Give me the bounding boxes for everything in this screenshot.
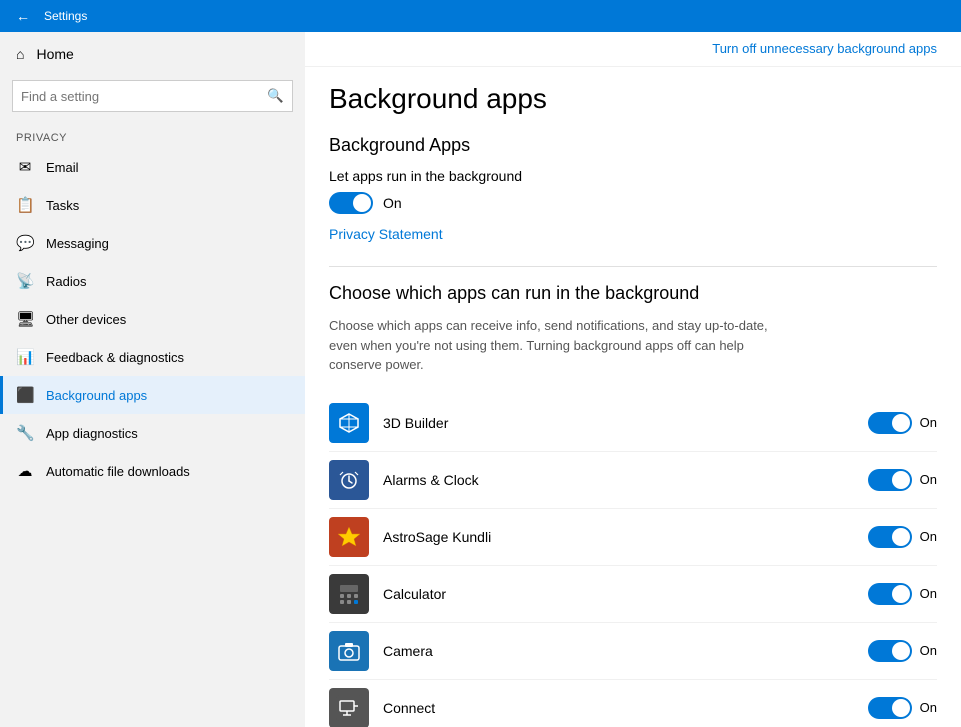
sidebar-home-label: Home [36,46,73,62]
3dbuilder-icon [336,410,362,436]
sidebar-item-label: App diagnostics [46,426,138,441]
app-list: 3D Builder On Alarms & Clock On [329,395,937,727]
app-diagnostics-icon: 🔧 [16,424,34,442]
app-name-connect: Connect [383,700,857,716]
app-toggle-area-astrosage: On [857,526,937,548]
app-toggle-area-alarms: On [857,469,937,491]
sidebar-item-label: Email [46,160,79,175]
app-toggle-label-alarms: On [920,472,937,487]
let-apps-label: Let apps run in the background [329,168,937,184]
title-bar: ← Settings [0,0,961,32]
app-toggle-connect[interactable] [868,697,912,719]
app-icon-camera [329,631,369,671]
back-button[interactable]: ← [10,6,36,26]
app-toggle-label-astrosage: On [920,529,937,544]
app-icon-calculator [329,574,369,614]
sidebar-item-label: Other devices [46,312,126,327]
sidebar-item-background-apps[interactable]: ⬛ Background apps [0,376,305,414]
messaging-icon: 💬 [16,234,34,252]
window-title: Settings [44,9,87,23]
content-area: Turn off unnecessary background apps Bac… [305,32,961,727]
other-devices-icon: 🖥 [16,310,34,328]
app-name-3dbuilder: 3D Builder [383,415,857,431]
app-icon-alarms [329,460,369,500]
app-name-astrosage: AstroSage Kundli [383,529,857,545]
app-row: AstroSage Kundli On [329,509,937,566]
sidebar-section-label: Privacy [0,124,305,148]
section-2-heading: Choose which apps can run in the backgro… [329,283,937,304]
app-icon-3dbuilder [329,403,369,443]
sidebar-item-label: Feedback & diagnostics [46,350,184,365]
sidebar-item-label: Automatic file downloads [46,464,190,479]
app-icon-connect [329,688,369,727]
app-row: 3D Builder On [329,395,937,452]
background-apps-icon: ⬛ [16,386,34,404]
astrosage-icon [336,524,362,550]
app-toggle-astrosage[interactable] [868,526,912,548]
sidebar-item-messaging[interactable]: 💬 Messaging [0,224,305,262]
home-icon: ⌂ [16,46,24,62]
app-toggle-label-camera: On [920,643,937,658]
feedback-icon: 📊 [16,348,34,366]
sidebar-item-label: Background apps [46,388,147,403]
app-name-calculator: Calculator [383,586,857,602]
app-toggle-3dbuilder[interactable] [868,412,912,434]
sidebar-item-feedback[interactable]: 📊 Feedback & diagnostics [0,338,305,376]
tasks-icon: 📋 [16,196,34,214]
app-icon-astrosage [329,517,369,557]
top-banner-link[interactable]: Turn off unnecessary background apps [712,41,937,56]
description-text: Choose which apps can receive info, send… [329,316,789,375]
sidebar-item-radios[interactable]: 📡 Radios [0,262,305,300]
sidebar-item-other-devices[interactable]: 🖥 Other devices [0,300,305,338]
sidebar-item-app-diagnostics[interactable]: 🔧 App diagnostics [0,414,305,452]
privacy-statement-link[interactable]: Privacy Statement [329,226,937,242]
radios-icon: 📡 [16,272,34,290]
search-button[interactable]: 🔍 [259,88,292,104]
app-toggle-area-camera: On [857,640,937,662]
calculator-icon [336,581,362,607]
app-toggle-area-3dbuilder: On [857,412,937,434]
app-toggle-label-calculator: On [920,586,937,601]
background-apps-toggle-row: On [329,192,937,214]
top-banner: Turn off unnecessary background apps [305,32,961,67]
sidebar-item-home[interactable]: ⌂ Home [0,32,305,76]
app-row: Camera On [329,623,937,680]
background-apps-toggle[interactable] [329,192,373,214]
sidebar-item-label: Messaging [46,236,109,251]
email-icon: ✉ [16,158,34,176]
app-toggle-area-connect: On [857,697,937,719]
search-input[interactable] [13,89,259,104]
app-row: Calculator On [329,566,937,623]
sidebar-item-label: Radios [46,274,86,289]
app-row: Alarms & Clock On [329,452,937,509]
app-name-alarms: Alarms & Clock [383,472,857,488]
sidebar-item-tasks[interactable]: 📋 Tasks [0,186,305,224]
app-toggle-camera[interactable] [868,640,912,662]
sidebar: ⌂ Home 🔍 Privacy ✉ Email 📋 Tasks 💬 Messa… [0,32,305,727]
camera-icon [336,638,362,664]
divider [329,266,937,267]
alarms-icon [336,467,362,493]
page-title: Background apps [329,83,937,115]
app-toggle-label-connect: On [920,700,937,715]
content-inner: Background apps Background Apps Let apps… [305,67,961,727]
app-toggle-alarms[interactable] [868,469,912,491]
app-name-camera: Camera [383,643,857,659]
sidebar-item-email[interactable]: ✉ Email [0,148,305,186]
sidebar-item-auto-file-downloads[interactable]: ☁ Automatic file downloads [0,452,305,490]
app-toggle-calculator[interactable] [868,583,912,605]
app-row: Connect On [329,680,937,727]
search-box[interactable]: 🔍 [12,80,293,112]
app-toggle-label-3dbuilder: On [920,415,937,430]
sidebar-item-label: Tasks [46,198,79,213]
auto-file-downloads-icon: ☁ [16,462,34,480]
section-1-title: Background Apps [329,135,937,156]
app-toggle-area-calculator: On [857,583,937,605]
background-apps-toggle-label: On [383,195,402,211]
connect-icon [336,695,362,721]
main-layout: ⌂ Home 🔍 Privacy ✉ Email 📋 Tasks 💬 Messa… [0,32,961,727]
